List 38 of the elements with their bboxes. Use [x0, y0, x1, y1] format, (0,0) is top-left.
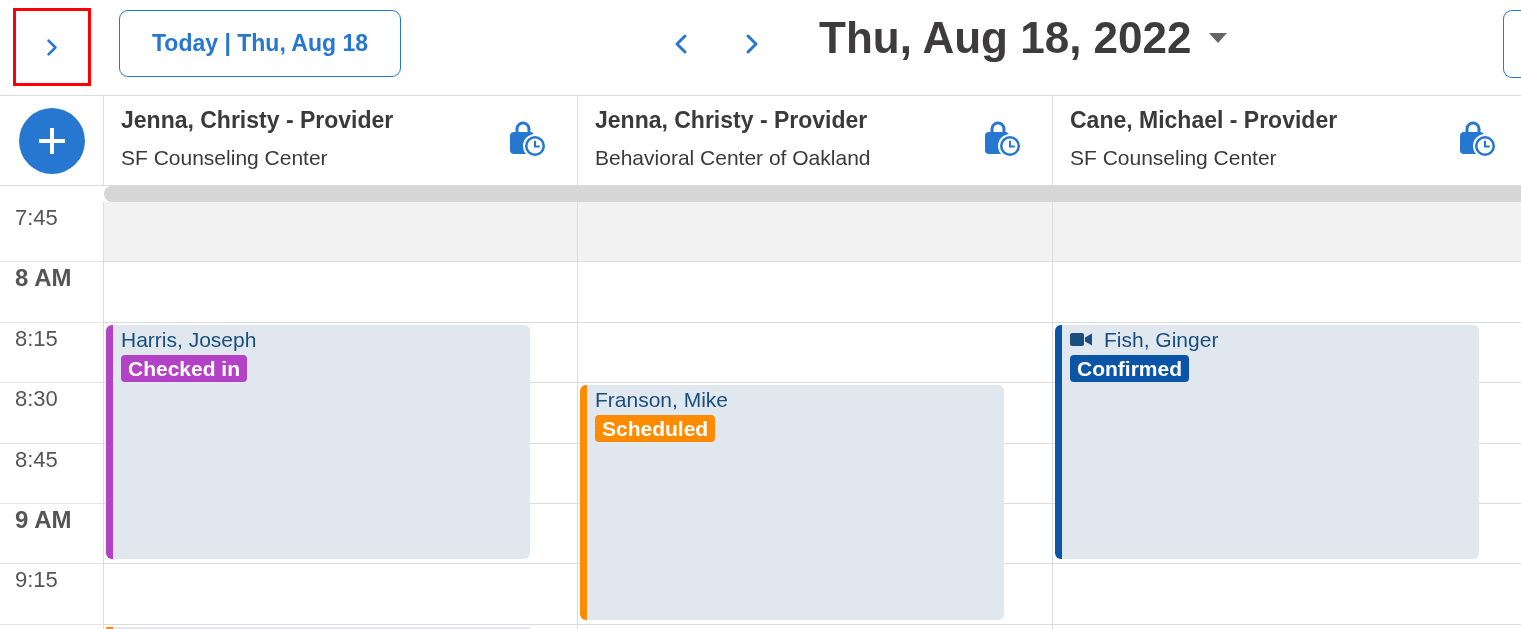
time-label: 8 AM — [15, 264, 72, 291]
event-card[interactable]: Franson, Mike Scheduled — [580, 385, 1004, 620]
patient-name: Harris, Joseph — [121, 327, 257, 352]
time-label: 8:45 — [15, 447, 58, 472]
patient-name: Franson, Mike — [595, 387, 729, 412]
lock-clock-icon[interactable] — [1459, 120, 1497, 158]
scrollbar-thumb[interactable] — [104, 186, 1521, 202]
event-card[interactable]: Harris, Joseph Checked in — [106, 325, 530, 559]
time-slot[interactable] — [578, 202, 1052, 262]
time-slot[interactable] — [1053, 202, 1521, 262]
date-dropdown[interactable]: Thu, Aug 18, 2022 — [819, 12, 1228, 64]
location-name: SF Counseling Center — [1070, 146, 1277, 170]
provider-name: Jenna, Christy - Provider — [595, 106, 868, 134]
patient-name: Fish, Ginger — [1104, 327, 1219, 352]
today-button[interactable]: Today | Thu, Aug 18 — [119, 10, 401, 77]
lock-clock-icon[interactable] — [509, 120, 547, 158]
chevron-left-icon — [674, 33, 688, 55]
time-label: 9:15 — [15, 567, 58, 592]
time-label: 8:15 — [15, 326, 58, 351]
location-name: SF Counseling Center — [121, 146, 328, 170]
plus-icon — [37, 126, 66, 155]
status-badge: Scheduled — [595, 415, 716, 442]
status-badge: Checked in — [121, 355, 248, 382]
time-slot[interactable] — [104, 202, 577, 262]
expand-button[interactable] — [13, 8, 91, 86]
location-name: Behavioral Center of Oakland — [595, 146, 871, 170]
status-badge: Confirmed — [1070, 355, 1189, 382]
provider-name: Jenna, Christy - Provider — [121, 106, 394, 134]
lock-clock-icon[interactable] — [984, 120, 1022, 158]
time-label: 8:30 — [15, 386, 58, 411]
event-card[interactable]: Fish, Ginger Confirmed — [1055, 325, 1479, 559]
button-edge[interactable] — [1503, 10, 1521, 78]
time-label: 7:45 — [15, 205, 58, 230]
chevron-right-icon — [46, 37, 58, 57]
provider-name: Cane, Michael - Provider — [1070, 106, 1338, 134]
caret-down-icon — [1209, 33, 1228, 43]
chevron-right-icon — [745, 33, 759, 55]
time-label: 9 AM — [15, 506, 72, 533]
